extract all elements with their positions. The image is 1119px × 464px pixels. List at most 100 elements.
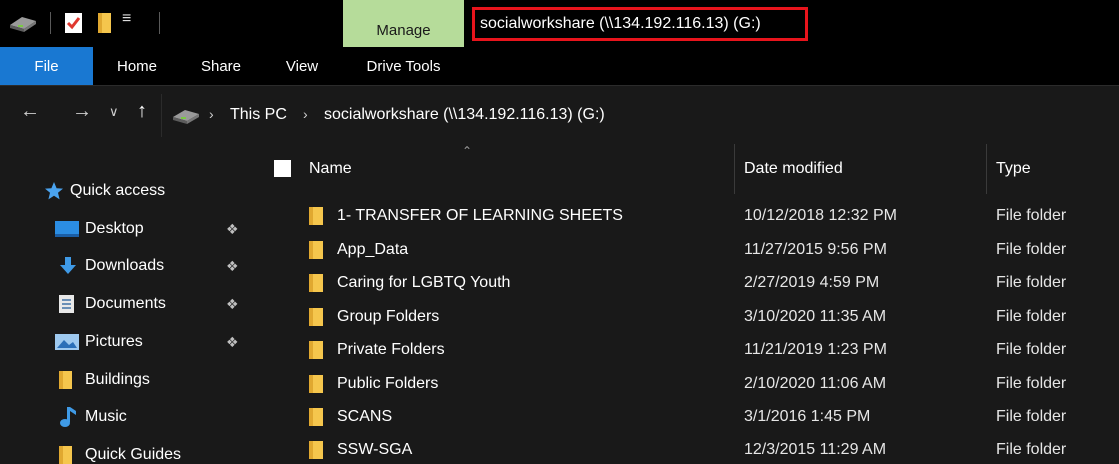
file-type: File folder (996, 375, 1067, 392)
table-row[interactable]: Group Folders 3/10/2020 11:35 AM File fo… (250, 301, 1119, 334)
file-date: 3/1/2016 1:45 PM (744, 408, 871, 425)
tab-home[interactable]: Home (93, 47, 181, 85)
file-name: App_Data (337, 241, 409, 258)
star-icon (44, 181, 66, 201)
file-date: 11/27/2015 9:56 PM (744, 241, 887, 258)
tab-view[interactable]: View (261, 47, 343, 85)
table-row[interactable]: 1- TRANSFER OF LEARNING SHEETS 10/12/201… (250, 200, 1119, 233)
column-header-name[interactable]: Name (309, 144, 352, 194)
nav-item-label: Buildings (85, 371, 150, 388)
nav-item-downloads[interactable]: Downloads ❖ (0, 249, 250, 283)
properties-icon[interactable] (63, 11, 85, 40)
nav-item-documents[interactable]: Documents ❖ (0, 287, 250, 321)
picture-icon (55, 333, 79, 353)
nav-item-desktop[interactable]: Desktop ❖ (0, 212, 250, 246)
folder-icon (308, 241, 326, 259)
column-divider[interactable] (986, 144, 987, 194)
drive-icon (172, 107, 200, 130)
file-name: 1- TRANSFER OF LEARNING SHEETS (337, 207, 623, 224)
sort-ascending-icon: ⌃ (462, 144, 473, 158)
nav-item-label: Downloads (85, 257, 165, 274)
file-type: File folder (996, 341, 1067, 358)
folder-icon (58, 370, 80, 390)
navigation-pane: Quick access Desktop ❖ Downloads ❖ Docum… (0, 144, 250, 464)
forward-arrow-icon[interactable]: → (72, 100, 92, 123)
column-divider[interactable] (734, 144, 735, 194)
tab-drive-tools[interactable]: Drive Tools (343, 47, 464, 85)
ribbon-tabs: File Home Share View Drive Tools (0, 47, 1119, 86)
breadcrumb-chevron-icon[interactable]: › (209, 106, 214, 122)
table-row[interactable]: Private Folders 11/21/2019 1:23 PM File … (250, 334, 1119, 367)
file-name: Public Folders (337, 375, 439, 392)
file-date: 10/12/2018 12:32 PM (744, 207, 898, 224)
table-row[interactable]: Caring for LGBTQ Youth 2/27/2019 4:59 PM… (250, 267, 1119, 300)
window-title: socialworkshare (\\134.192.116.13) (G:) (472, 7, 808, 41)
file-name: Private Folders (337, 341, 445, 358)
pin-icon[interactable]: ❖ (226, 221, 239, 238)
up-arrow-icon[interactable]: ↑ (137, 100, 147, 123)
table-row[interactable]: SCANS 3/1/2016 1:45 PM File folder (250, 401, 1119, 434)
folder-icon (308, 308, 326, 326)
select-all-checkbox[interactable] (274, 160, 291, 177)
file-date: 2/27/2019 4:59 PM (744, 274, 880, 291)
breadcrumb-drive[interactable]: socialworkshare (\\134.192.116.13) (G:) (324, 106, 605, 124)
file-name: SCANS (337, 408, 393, 425)
back-arrow-icon[interactable]: ← (20, 100, 40, 123)
desktop-icon (55, 220, 79, 240)
pin-icon[interactable]: ❖ (226, 258, 239, 275)
customize-qat-icon[interactable]: ≡ (122, 10, 131, 28)
manage-tab[interactable]: Manage (343, 0, 464, 47)
table-row[interactable]: SSW-SGA 12/3/2015 11:29 AM File folder (250, 434, 1119, 464)
file-type: File folder (996, 207, 1067, 224)
download-icon (58, 256, 80, 276)
nav-item-label: Documents (85, 295, 166, 312)
file-name: Group Folders (337, 308, 440, 325)
window-title-text: socialworkshare (\\134.192.116.13) (G:) (480, 15, 761, 32)
nav-item-quick-access[interactable]: Quick access (0, 174, 250, 208)
column-header-date-modified[interactable]: Date modified (744, 144, 843, 194)
recent-locations-chevron-icon[interactable]: ∨ (109, 104, 119, 120)
file-type: File folder (996, 408, 1067, 425)
table-row[interactable]: App_Data 11/27/2015 9:56 PM File folder (250, 234, 1119, 267)
pin-icon[interactable]: ❖ (226, 334, 239, 351)
file-date: 3/10/2020 11:35 AM (744, 308, 887, 325)
breadcrumb-this-pc[interactable]: This PC (230, 106, 287, 124)
address-row: ← → ∨ ↑ › This PC › socialworkshare (\\1… (0, 86, 1119, 144)
title-bar: ≡ Manage socialworkshare (\\134.192.116.… (0, 0, 1119, 47)
file-name: Caring for LGBTQ Youth (337, 274, 511, 291)
tab-file[interactable]: File (0, 47, 93, 85)
file-type: File folder (996, 241, 1067, 258)
pin-icon[interactable]: ❖ (226, 296, 239, 313)
column-header-type[interactable]: Type (996, 144, 1031, 194)
folder-icon (308, 441, 326, 459)
folder-icon (308, 408, 326, 426)
file-type: File folder (996, 441, 1067, 458)
nav-item-music[interactable]: Music (0, 400, 250, 434)
document-icon (58, 294, 80, 314)
file-date: 2/10/2020 11:06 AM (744, 375, 887, 392)
folder-icon (308, 375, 326, 393)
file-list: ⌃ Name Date modified Type 1- TRANSFER OF… (250, 144, 1119, 464)
file-date: 11/21/2019 1:23 PM (744, 341, 887, 358)
music-icon (58, 406, 80, 427)
folder-icon (308, 207, 326, 225)
file-name: SSW-SGA (337, 441, 413, 458)
file-type: File folder (996, 308, 1067, 325)
nav-item-quick-guides[interactable]: Quick Guides (0, 438, 250, 464)
nav-item-label: Music (85, 408, 127, 425)
tab-share[interactable]: Share (181, 47, 261, 85)
file-date: 12/3/2015 11:29 AM (744, 441, 887, 458)
nav-item-label: Quick access (70, 182, 166, 199)
nav-item-buildings[interactable]: Buildings (0, 363, 250, 397)
breadcrumb-chevron-icon[interactable]: › (303, 106, 308, 122)
file-type: File folder (996, 274, 1067, 291)
table-row[interactable]: Public Folders 2/10/2020 11:06 AM File f… (250, 368, 1119, 401)
drive-icon[interactable] (8, 13, 38, 38)
address-bar[interactable]: › This PC › socialworkshare (\\134.192.1… (161, 94, 1119, 137)
nav-item-pictures[interactable]: Pictures ❖ (0, 325, 250, 359)
folder-icon (308, 341, 326, 359)
new-folder-icon[interactable] (97, 12, 113, 39)
nav-item-label: Pictures (85, 333, 143, 350)
folder-icon (308, 274, 326, 292)
folder-icon (58, 445, 80, 464)
